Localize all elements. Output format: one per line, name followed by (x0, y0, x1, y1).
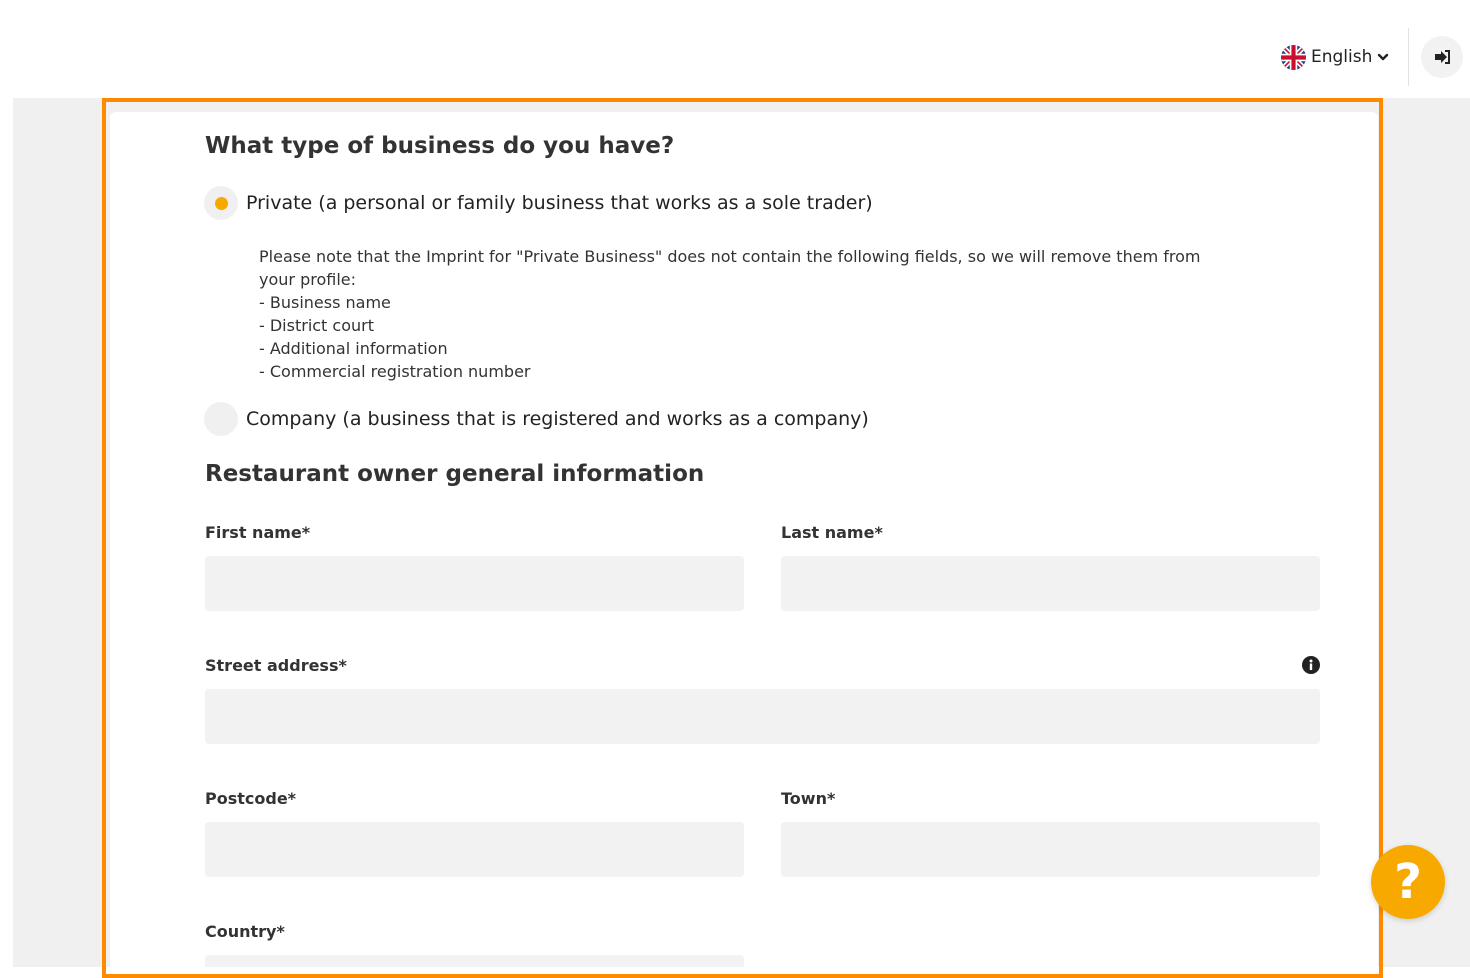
chevron-down-icon (1378, 53, 1389, 61)
language-selector[interactable]: English (1281, 44, 1389, 70)
note-item: - Business name (259, 293, 391, 312)
street-address-input[interactable] (205, 689, 1320, 744)
town-input[interactable] (781, 822, 1320, 877)
last-name-label: Last name* (781, 523, 883, 542)
radio-label-company: Company (a business that is registered a… (246, 408, 869, 430)
help-button[interactable]: ? (1371, 845, 1445, 919)
top-bar: English (0, 0, 1470, 98)
note-item: - Additional information (259, 339, 448, 358)
note-item: - Commercial registration number (259, 362, 531, 381)
first-name-input[interactable] (205, 556, 744, 611)
private-business-note: Please note that the Imprint for "Privat… (259, 245, 1289, 383)
first-name-label: First name* (205, 523, 311, 542)
language-label: English (1311, 47, 1373, 67)
radio-button-private[interactable] (204, 186, 238, 220)
postcode-label: Postcode* (205, 789, 297, 808)
note-intro-cont: your profile: (259, 270, 356, 289)
last-name-input[interactable] (781, 556, 1320, 611)
header-divider (1408, 28, 1409, 86)
sign-out-icon (1435, 50, 1450, 64)
note-intro: Please note that the Imprint for "Privat… (259, 247, 1201, 266)
help-icon: ? (1394, 854, 1422, 910)
note-item: - District court (259, 316, 374, 335)
radio-company[interactable]: Company (a business that is registered a… (204, 402, 869, 436)
business-type-title: What type of business do you have? (205, 133, 675, 159)
radio-private[interactable]: Private (a personal or family business t… (204, 186, 873, 220)
owner-info-title: Restaurant owner general information (205, 461, 705, 487)
radio-label-private: Private (a personal or family business t… (246, 192, 873, 214)
country-select[interactable] (205, 955, 744, 967)
info-icon[interactable] (1302, 656, 1320, 674)
street-address-label: Street address* (205, 656, 347, 675)
town-label: Town* (781, 789, 836, 808)
postcode-input[interactable] (205, 822, 744, 877)
radio-selected-dot (214, 196, 228, 210)
radio-button-company[interactable] (204, 402, 238, 436)
uk-flag-icon (1281, 44, 1306, 70)
logout-button[interactable] (1421, 36, 1463, 78)
country-label: Country* (205, 922, 285, 941)
